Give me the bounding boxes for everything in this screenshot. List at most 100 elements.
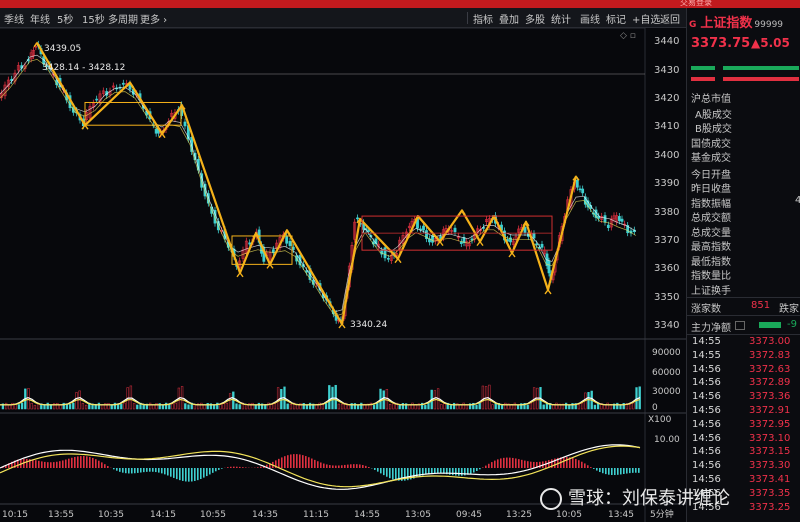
volume-bar (228, 393, 232, 410)
draw-line-button[interactable]: 画线 (580, 11, 600, 26)
multi-period-button[interactable]: 多周期 (108, 11, 138, 26)
macd-bar (323, 463, 325, 468)
macd-bar (479, 468, 481, 470)
macd-bar (158, 468, 160, 473)
price-tick: 3370 (654, 235, 679, 246)
volume-bar (481, 385, 485, 410)
macd-bar (500, 458, 502, 468)
macd-bar (281, 457, 283, 468)
macd-bar (434, 468, 436, 474)
volume-tick: 30000 (652, 387, 681, 397)
candle-body (422, 225, 425, 231)
price-tick: 3380 (654, 207, 679, 218)
macd-bar (617, 468, 619, 475)
macd-bar (611, 468, 613, 475)
stat-label: B股成交 (695, 124, 732, 135)
index-change: ▲5.05 (751, 36, 790, 50)
volume-bar (46, 402, 49, 410)
macd-bar (143, 468, 145, 473)
macd-bar (239, 466, 241, 468)
main-flow-toggle[interactable] (735, 321, 745, 330)
watermark-text: 雪球：刘保泰讲缠论 (568, 488, 730, 509)
volume-bar (129, 385, 133, 410)
tick-time: 14:56 (692, 377, 721, 389)
tick-price: 3373.25 (749, 501, 791, 513)
volume-bar (203, 404, 206, 410)
indicator-button[interactable]: 指标 (473, 11, 493, 26)
period-year-button[interactable]: 年线 (30, 11, 50, 26)
macd-bar (482, 467, 484, 468)
volume-bar (302, 403, 305, 410)
macd-bar (125, 468, 127, 474)
add-watchlist-button[interactable]: +自选 (632, 11, 660, 26)
macd-bar (566, 457, 568, 468)
back-button[interactable]: 返回 (660, 11, 680, 26)
volume-bar (174, 402, 177, 410)
snowball-logo-icon (540, 488, 562, 510)
volume-bar (577, 404, 581, 410)
macd-bar (197, 468, 199, 481)
volume-bar (475, 405, 478, 410)
volume-bar (427, 402, 430, 410)
macd-bar (215, 468, 217, 472)
stat-label: A股成交 (695, 110, 732, 121)
volume-bar (388, 403, 392, 410)
volume-bar (100, 404, 104, 410)
stats-button[interactable]: 统计 (551, 11, 571, 26)
volume-bar (296, 404, 299, 410)
macd-bar (389, 468, 391, 479)
macd-bar (533, 461, 535, 468)
time-tick: 10:35 (98, 510, 124, 520)
period-5s-button[interactable]: 5秒 (57, 11, 73, 26)
price-tick: 3350 (654, 292, 679, 303)
chart-toolbar: 季线 年线 5秒 15秒 多周期 更多 › 指标 叠加 多股 统计 画线 标记 … (0, 8, 686, 28)
volume-bar (593, 404, 597, 410)
tick-row: 14:56 3372.95 (689, 419, 800, 433)
macd-bar (635, 468, 637, 473)
macd-bar (236, 466, 238, 468)
volume-bar (568, 404, 571, 410)
volume-bar (20, 402, 24, 410)
macd-bar (629, 468, 631, 474)
period-quarter-button[interactable]: 季线 (4, 11, 24, 26)
overlay-button[interactable]: 叠加 (499, 11, 519, 26)
volume-bar (148, 402, 152, 410)
index-title[interactable]: G 上证指数 99999 (689, 12, 783, 31)
rise-label: 涨家数 (691, 304, 721, 315)
macd-bar (113, 468, 115, 470)
macd-bar (320, 462, 322, 468)
volume-tick: 60000 (652, 368, 681, 378)
macd-bar (575, 458, 577, 468)
macd-bar (620, 468, 622, 475)
macd-bar (395, 468, 397, 481)
macd-bar (473, 468, 475, 473)
candle-body (606, 224, 610, 228)
volume-bar (270, 404, 273, 410)
tick-price: 3372.83 (749, 349, 791, 361)
volume-bar (152, 404, 155, 410)
macd-bar (71, 457, 73, 468)
macd-bar (428, 468, 430, 474)
tick-price: 3372.95 (749, 418, 791, 430)
stat-label: 总成交额 (691, 213, 731, 224)
candle-body (617, 216, 621, 222)
macd-bar (155, 468, 157, 473)
more-button[interactable]: 更多 › (140, 11, 167, 26)
volume-bar (68, 404, 72, 410)
period-15s-button[interactable]: 15秒 (82, 11, 105, 26)
kline-chart[interactable]: ◇ ▫ 3440 3430 3420 3410 3400 3390 3380 3… (0, 28, 686, 522)
macd-bar (455, 468, 457, 476)
tick-price: 3373.00 (749, 336, 791, 347)
price-tick: 3360 (654, 263, 679, 274)
mark-button[interactable]: 标记 (606, 11, 626, 26)
macd-bar (440, 468, 442, 474)
main-flow-value: -9 (787, 319, 797, 330)
main-flow-bar (759, 322, 781, 328)
candle-body (620, 218, 624, 222)
macd-bar (209, 468, 211, 475)
multi-stock-button[interactable]: 多股 (525, 11, 545, 26)
macd-bar (92, 457, 94, 468)
stat-label: 指数量比 (691, 271, 731, 282)
volume-bar (347, 404, 350, 410)
volume-bar (56, 402, 59, 410)
